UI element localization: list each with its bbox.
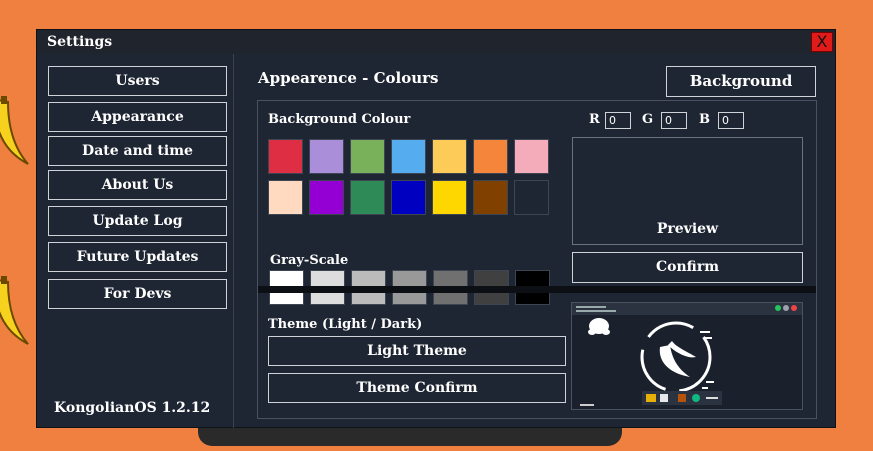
colour-swatch[interactable]: [391, 139, 426, 174]
sidebar-item-about-us[interactable]: About Us: [48, 170, 227, 200]
divider: [258, 286, 816, 293]
colour-swatch[interactable]: [473, 180, 508, 215]
colour-swatch[interactable]: [391, 180, 426, 215]
title-bar: Settings: [37, 30, 835, 54]
theme-preview-image: [571, 302, 803, 410]
colour-swatch[interactable]: [350, 139, 385, 174]
page-title: Appearence - Colours: [258, 69, 439, 87]
colour-preview: Preview: [572, 137, 803, 245]
banana-icon: [0, 276, 29, 345]
theme-label: Theme (Light / Dark): [268, 317, 423, 332]
b-label: B: [699, 112, 710, 127]
sidebar-item-appearance[interactable]: Appearance: [48, 102, 227, 132]
sidebar-item-users[interactable]: Users: [48, 66, 227, 96]
colour-swatch[interactable]: [268, 139, 303, 174]
window-title: Settings: [47, 34, 113, 50]
background-colour-label: Background Colour: [268, 112, 411, 127]
colour-swatch[interactable]: [473, 139, 508, 174]
theme-confirm-button[interactable]: Theme Confirm: [268, 373, 566, 403]
colour-swatch[interactable]: [432, 139, 467, 174]
sidebar: Users Appearance Date and time About Us …: [37, 54, 234, 428]
colour-swatch[interactable]: [268, 180, 303, 215]
b-input[interactable]: 0: [718, 112, 744, 129]
colour-swatch[interactable]: [309, 139, 344, 174]
os-version-label: KongolianOS 1.2.12: [54, 400, 211, 416]
g-label: G: [642, 112, 654, 127]
close-button[interactable]: X: [811, 32, 833, 52]
colour-swatch[interactable]: [514, 139, 549, 174]
colour-swatch[interactable]: [432, 180, 467, 215]
colour-panel: Background Colour Gray-Scale R 0 G 0 B 0…: [257, 100, 817, 419]
preview-label: Preview: [656, 221, 719, 237]
confirm-button[interactable]: Confirm: [572, 252, 803, 283]
banana-icon: [0, 96, 29, 165]
grayscale-label: Gray-Scale: [270, 253, 349, 268]
g-input[interactable]: 0: [661, 112, 687, 129]
colour-swatch[interactable]: [350, 180, 385, 215]
r-input[interactable]: 0: [605, 112, 631, 129]
colour-swatch[interactable]: [309, 180, 344, 215]
light-theme-button[interactable]: Light Theme: [268, 336, 566, 366]
colour-swatch[interactable]: [514, 180, 549, 215]
settings-window: Settings X Users Appearance Date and tim…: [36, 29, 836, 428]
sidebar-item-date-and-time[interactable]: Date and time: [48, 136, 227, 166]
sidebar-item-update-log[interactable]: Update Log: [48, 206, 227, 236]
sidebar-item-future-updates[interactable]: Future Updates: [48, 242, 227, 272]
background-button[interactable]: Background: [666, 66, 816, 97]
r-label: R: [589, 112, 600, 127]
sidebar-item-for-devs[interactable]: For Devs: [48, 279, 227, 309]
